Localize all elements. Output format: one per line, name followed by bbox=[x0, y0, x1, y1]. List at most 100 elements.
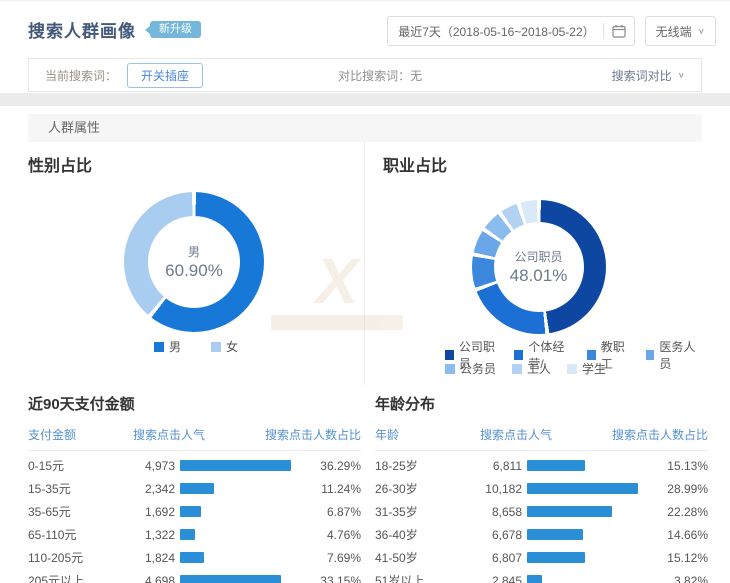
row-value: 1,322 bbox=[133, 528, 175, 542]
table-row: 15-35元2,342 11.24% bbox=[28, 477, 361, 500]
legend-item[interactable]: 学生 bbox=[567, 360, 606, 377]
bar-track bbox=[522, 552, 638, 563]
legend-label: 医务人员 bbox=[659, 338, 702, 372]
table-row: 51岁以上2,845 3.82% bbox=[375, 569, 708, 583]
keyword-compare-dropdown[interactable]: 搜索词对比 ∨ bbox=[612, 67, 701, 84]
table-row: 0-15元4,973 36.29% bbox=[28, 454, 361, 477]
date-range-picker[interactable]: 最近7天（2018-05-16~2018-05-22） bbox=[387, 16, 634, 46]
row-percentage: 33.15% bbox=[291, 574, 361, 583]
value-bar bbox=[527, 460, 585, 471]
legend-item[interactable]: 男 bbox=[154, 338, 181, 355]
bar-track bbox=[522, 506, 638, 517]
tables-row: 近90天支付金额 支付金额 搜索点击人气 搜索点击人数占比 0-15元4,973… bbox=[28, 387, 702, 583]
section-separator bbox=[0, 93, 730, 106]
row-percentage: 15.13% bbox=[638, 459, 708, 473]
legend-swatch bbox=[445, 350, 454, 360]
legend-swatch bbox=[567, 364, 577, 374]
legend-item[interactable]: 女 bbox=[211, 338, 238, 355]
terminal-select[interactable]: 无线端 ∨ bbox=[645, 16, 716, 46]
table-row: 65-110元1,3224.76% bbox=[28, 523, 361, 546]
keyword-button[interactable]: 开关插座 bbox=[127, 63, 203, 88]
bar-track bbox=[175, 552, 291, 563]
date-range-label: 最近7天（2018-05-16~2018-05-22） bbox=[398, 23, 594, 40]
gender-donut-center-label: 男 60.90% bbox=[124, 192, 264, 332]
row-label: 0-15元 bbox=[28, 457, 133, 474]
row-percentage: 11.24% bbox=[291, 482, 361, 496]
legend-swatch bbox=[514, 350, 523, 360]
charts-row: 性别占比 男 60.90% 男女 职业占比 公司职员 bbox=[28, 142, 702, 385]
row-label: 65-110元 bbox=[28, 526, 133, 543]
bar-track bbox=[175, 529, 291, 540]
row-value: 6,678 bbox=[480, 528, 522, 542]
legend-swatch bbox=[587, 350, 596, 360]
row-value: 2,845 bbox=[480, 574, 522, 583]
column-header: 搜索点击人数占比 bbox=[241, 426, 361, 443]
value-bar bbox=[180, 483, 214, 494]
legend-swatch bbox=[154, 342, 164, 352]
bar-track bbox=[522, 575, 638, 583]
age-table-title: 年龄分布 bbox=[375, 393, 708, 414]
row-percentage: 36.29% bbox=[291, 459, 361, 473]
page-title: 搜索人群画像 bbox=[28, 17, 136, 42]
row-percentage: 15.12% bbox=[638, 551, 708, 565]
row-value: 4,973 bbox=[133, 459, 175, 473]
age-table-body: 18-25岁6,81115.13%26-30岁10,18228.99%31-35… bbox=[375, 454, 708, 583]
legend-label: 工人 bbox=[527, 360, 551, 377]
value-bar bbox=[180, 529, 195, 540]
column-header: 搜索点击人气 bbox=[480, 426, 588, 443]
table-row: 35-65元1,692 6.87% bbox=[28, 500, 361, 523]
table-row: 205元以上4,69833.15% bbox=[28, 569, 361, 583]
value-bar bbox=[527, 552, 585, 563]
bar-track bbox=[175, 506, 291, 517]
value-bar bbox=[527, 483, 638, 494]
divider bbox=[603, 23, 604, 39]
row-value: 10,182 bbox=[480, 482, 522, 496]
value-bar bbox=[527, 529, 583, 540]
legend-label: 学生 bbox=[582, 360, 606, 377]
calendar-icon[interactable] bbox=[612, 24, 626, 38]
legend-item[interactable]: 公务员 bbox=[445, 360, 496, 377]
occupation-legend-row-2: 公务员 工人 学生 bbox=[445, 360, 606, 377]
row-value: 1,692 bbox=[133, 505, 175, 519]
value-bar bbox=[527, 575, 542, 583]
age-distribution-table-panel: 年龄分布 年龄 搜索点击人气 搜索点击人数占比 18-25岁6,81115.13… bbox=[363, 387, 708, 583]
value-bar bbox=[180, 552, 204, 563]
row-percentage: 28.99% bbox=[638, 482, 708, 496]
occupation-chart-panel: 职业占比 公司职员 48.01% 公司职员个体经营/教职工医务人员 公务员工人学… bbox=[365, 142, 702, 385]
legend-swatch bbox=[445, 364, 455, 374]
row-value: 2,342 bbox=[133, 482, 175, 496]
value-bar bbox=[180, 460, 291, 471]
table-row: 31-35岁8,65822.28% bbox=[375, 500, 708, 523]
legend-label: 公务员 bbox=[460, 360, 496, 377]
row-percentage: 3.82% bbox=[638, 574, 708, 583]
row-percentage: 22.28% bbox=[638, 505, 708, 519]
occupation-donut-chart: 公司职员 48.01% bbox=[472, 200, 606, 334]
legend-item[interactable]: 工人 bbox=[512, 360, 551, 377]
column-header: 支付金额 bbox=[28, 426, 133, 443]
row-percentage: 6.87% bbox=[291, 505, 361, 519]
row-label: 31-35岁 bbox=[375, 503, 480, 520]
legend-item[interactable]: 医务人员 bbox=[646, 338, 702, 372]
table-row: 110-205元1,8247.69% bbox=[28, 546, 361, 569]
row-value: 4,698 bbox=[133, 574, 175, 583]
column-header: 年龄 bbox=[375, 426, 480, 443]
row-label: 15-35元 bbox=[28, 480, 133, 497]
bar-track bbox=[175, 483, 291, 494]
value-bar bbox=[180, 575, 281, 583]
compare-keyword-text: 对比搜索词：无 bbox=[338, 67, 612, 84]
row-label: 51岁以上 bbox=[375, 572, 480, 583]
payment-table-title: 近90天支付金额 bbox=[28, 393, 361, 414]
occupation-donut-center-label: 公司职员 48.01% bbox=[472, 200, 606, 334]
occupation-chart-title: 职业占比 bbox=[383, 152, 447, 176]
bar-track bbox=[522, 460, 638, 471]
current-keyword-group: 当前搜索词： 开关插座 bbox=[29, 63, 338, 88]
upgrade-badge: 新升级 bbox=[150, 21, 201, 38]
table-row: 41-50岁6,80715.12% bbox=[375, 546, 708, 569]
payment-amount-table-panel: 近90天支付金额 支付金额 搜索点击人气 搜索点击人数占比 0-15元4,973… bbox=[28, 387, 361, 583]
legend-label: 女 bbox=[226, 338, 238, 355]
row-label: 35-65元 bbox=[28, 503, 133, 520]
legend-swatch bbox=[646, 350, 655, 360]
table-row: 36-40岁6,67814.66% bbox=[375, 523, 708, 546]
table-row: 26-30岁10,18228.99% bbox=[375, 477, 708, 500]
current-keyword-label: 当前搜索词： bbox=[45, 67, 117, 84]
